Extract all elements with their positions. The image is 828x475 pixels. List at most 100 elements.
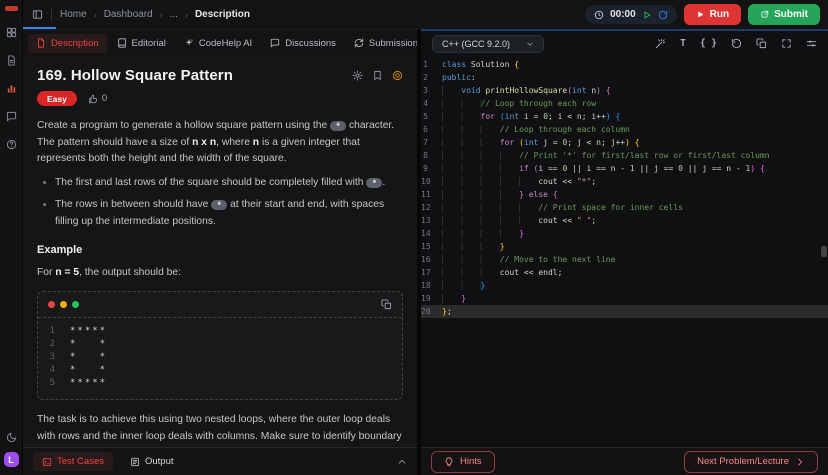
terminal-line: 4* * xyxy=(38,364,402,377)
run-button[interactable]: Run xyxy=(684,4,741,25)
bookmark-icon[interactable] xyxy=(372,70,383,81)
tab-description[interactable]: Description xyxy=(28,34,107,53)
breadcrumb-item[interactable]: ... xyxy=(170,9,178,20)
documents-icon[interactable] xyxy=(6,55,17,66)
help-icon[interactable] xyxy=(6,139,17,150)
badge-row: Easy 0 xyxy=(37,91,403,106)
tab-submissions[interactable]: Submissions xyxy=(346,34,417,53)
example-intro: For n = 5, the output should be: xyxy=(37,265,403,282)
breadcrumb-item[interactable]: Home xyxy=(60,9,87,20)
clock-icon xyxy=(594,10,604,20)
terminal-line: 5***** xyxy=(38,377,402,390)
sidebar-toggle-icon[interactable] xyxy=(32,9,43,20)
rail-nav xyxy=(6,27,17,150)
code-line[interactable]: 6 // Loop through each column xyxy=(421,123,828,136)
fullscreen-icon[interactable] xyxy=(781,38,792,49)
tab-discussions[interactable]: Discussions xyxy=(262,34,344,53)
file-icon xyxy=(36,38,46,48)
code-editor[interactable]: 1class Solution {2public:3 void printHol… xyxy=(421,56,828,447)
code-line[interactable]: 13 cout << " "; xyxy=(421,214,828,227)
text-segment: n x n xyxy=(192,137,216,148)
breadcrumb-separator: › xyxy=(94,10,97,20)
book-icon xyxy=(117,38,127,48)
submit-button[interactable]: Submit xyxy=(748,4,820,25)
code-area: 1class Solution {2public:3 void printHol… xyxy=(421,58,828,318)
app-logo[interactable] xyxy=(5,6,18,11)
tab-codehelp-ai[interactable]: CodeHelp AI xyxy=(176,34,260,53)
footer-tab-output[interactable]: Output xyxy=(121,452,183,471)
format-wand-icon[interactable] xyxy=(655,38,666,49)
collapse-panel-icon[interactable] xyxy=(397,457,407,467)
thumbs-up-icon[interactable] xyxy=(88,94,98,104)
text-segment: , where xyxy=(216,137,253,148)
code-line[interactable]: 7 for (int j = 0; j < n; j++) { xyxy=(421,136,828,149)
code-line[interactable]: 8 // Print '*' for first/last row or fir… xyxy=(421,149,828,162)
footer-tab-test-cases[interactable]: Test Cases xyxy=(33,452,113,471)
code-line[interactable]: 3 void printHollowSquare(int n) { xyxy=(421,84,828,97)
code-line[interactable]: 19 } xyxy=(421,292,828,305)
tabs-list: DescriptionEditorialCodeHelp AIDiscussio… xyxy=(28,34,417,53)
chevron-right-icon xyxy=(795,457,805,467)
chat-icon[interactable] xyxy=(6,111,17,122)
chat-icon xyxy=(270,38,280,48)
breadcrumb-item[interactable]: Dashboard xyxy=(104,9,153,20)
tab-editorial[interactable]: Editorial xyxy=(109,34,174,53)
code-line[interactable]: 15 } xyxy=(421,240,828,253)
hints-button[interactable]: Hints xyxy=(431,451,495,473)
editor-scrollbar[interactable] xyxy=(821,246,827,257)
code-line[interactable]: 10 cout << "*"; xyxy=(421,175,828,188)
dashboard-icon[interactable] xyxy=(6,27,17,38)
reset-code-icon[interactable] xyxy=(731,38,742,49)
left-rail: L xyxy=(0,0,23,475)
text-segment: Create a program to generate a hollow sq… xyxy=(37,120,330,131)
run-play-icon xyxy=(696,10,705,19)
code-line[interactable]: 1class Solution { xyxy=(421,58,828,71)
timer-reset-icon[interactable] xyxy=(658,10,668,20)
braces-format-icon[interactable]: { } xyxy=(700,38,717,49)
stats-icon[interactable] xyxy=(6,83,17,94)
text-size-icon[interactable]: T xyxy=(680,38,686,49)
terminal-header xyxy=(38,292,402,318)
breadcrumb: Home›Dashboard›...›Description xyxy=(60,9,250,20)
code-line[interactable]: 2public: xyxy=(421,71,828,84)
terminal-line: 3* * xyxy=(38,351,402,364)
text-segment: n = 5 xyxy=(55,267,79,278)
language-select[interactable]: C++ (GCC 9.2.0) xyxy=(432,35,544,53)
code-line[interactable]: 16 // Move to the next line xyxy=(421,253,828,266)
copy-code-icon[interactable] xyxy=(756,38,767,49)
code-line[interactable]: 4 // Loop through each row xyxy=(421,97,828,110)
hints-label: Hints xyxy=(460,456,482,467)
gear-icon[interactable] xyxy=(352,70,363,81)
code-line[interactable]: 20}; xyxy=(421,305,828,318)
code-line[interactable]: 14 } xyxy=(421,227,828,240)
code-line[interactable]: 18 } xyxy=(421,279,828,292)
example-heading: Example xyxy=(37,244,403,256)
code-line[interactable]: 9 if (i == 0 || i == n - 1 || j == 0 || … xyxy=(421,162,828,175)
user-avatar[interactable]: L xyxy=(4,452,19,467)
terminal-body: 1*****2* *3* *4* *5***** xyxy=(38,318,402,399)
footer-tabs: Test Cases Output xyxy=(33,452,183,471)
chevron-down-icon xyxy=(526,40,534,48)
copy-icon[interactable] xyxy=(381,299,392,310)
top-bar: Home›Dashboard›...›Description 00:00 Run… xyxy=(23,0,828,29)
topbar-actions: 00:00 Run Submit xyxy=(585,4,820,25)
theme-toggle-moon-icon[interactable] xyxy=(6,432,17,443)
sync-icon xyxy=(354,38,364,48)
code-line[interactable]: 5 for (int i = 0; i < n; i++) { xyxy=(421,110,828,123)
window-dot-red xyxy=(48,301,55,308)
problem-title: 169. Hollow Square Pattern xyxy=(37,67,233,84)
code-line[interactable]: 11 } else { xyxy=(421,188,828,201)
lightbulb-icon xyxy=(444,457,454,467)
coin-icon[interactable] xyxy=(392,70,403,81)
terminal-line: 1***** xyxy=(38,325,402,338)
breadcrumb-item[interactable]: Description xyxy=(195,9,250,20)
next-problem-button[interactable]: Next Problem/Lecture xyxy=(684,451,818,473)
language-label: C++ (GCC 9.2.0) xyxy=(442,39,510,49)
timer-start-icon[interactable] xyxy=(642,10,652,20)
code-line[interactable]: 17 cout << endl; xyxy=(421,266,828,279)
tab-bar: DescriptionEditorialCodeHelp AIDiscussio… xyxy=(23,30,417,56)
run-label: Run xyxy=(710,9,729,20)
code-line[interactable]: 12 // Print space for inner cells xyxy=(421,201,828,214)
timer-widget: 00:00 xyxy=(585,5,677,24)
editor-settings-icon[interactable] xyxy=(806,38,817,49)
